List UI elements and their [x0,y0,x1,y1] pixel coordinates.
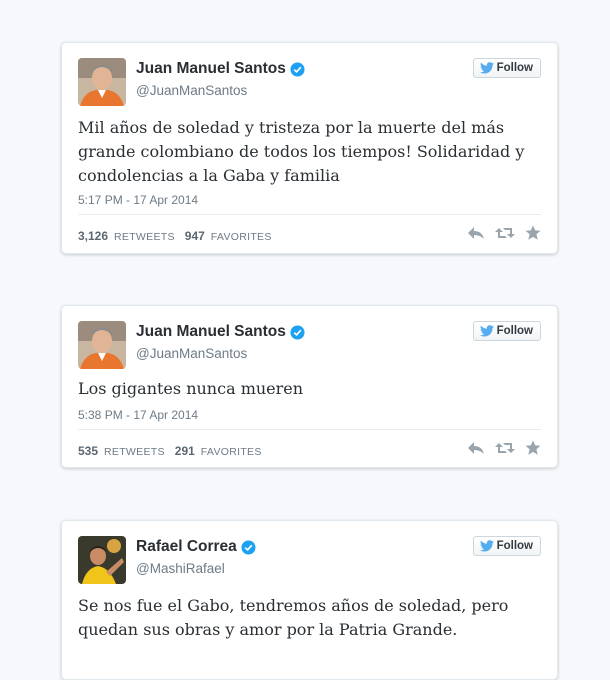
twitter-bird-icon [479,325,494,337]
twitter-bird-icon [479,540,494,552]
retweet-count[interactable]: 3,126 [78,229,108,243]
tweet-text: Mil años de soledad y tristeza por la mu… [78,118,525,185]
tweet-timestamp[interactable]: 5:17 PM - 17 Apr 2014 [78,193,198,207]
tweet-card: Juan Manuel Santos @JuanManSantos Follow… [61,305,558,468]
retweet-icon[interactable] [495,225,515,241]
author-name[interactable]: Rafael Correa [136,538,237,556]
author-name[interactable]: Juan Manuel Santos [136,60,286,78]
divider [78,214,541,215]
retweet-label: RETWEETS [114,231,175,243]
tweet-stats: 3,126 RETWEETS 947 FAVORITES [78,229,276,243]
twitter-bird-icon [479,62,494,74]
tweet-actions [467,440,541,456]
verified-badge-icon [290,61,305,77]
author-handle[interactable]: @JuanManSantos [136,83,247,98]
author-handle[interactable]: @MashiRafael [136,561,225,576]
retweet-icon[interactable] [495,440,515,456]
retweet-count[interactable]: 535 [78,444,98,458]
reply-icon[interactable] [467,440,485,456]
avatar[interactable] [78,321,126,369]
tweet-actions [467,225,541,241]
verified-badge-icon [290,324,305,340]
favorite-count[interactable]: 947 [185,229,205,243]
favorite-count[interactable]: 291 [175,444,195,458]
avatar[interactable] [78,536,126,584]
verified-badge-icon [241,539,256,555]
follow-label: Follow [496,62,533,74]
author-handle[interactable]: @JuanManSantos [136,346,247,361]
favorite-label: FAVORITES [210,231,272,243]
star-icon[interactable] [525,225,541,241]
follow-label: Follow [496,325,533,337]
tweet-text: Se nos fue el Gabo, tendremos años de so… [78,596,509,639]
tweet-card: Rafael Correa @MashiRafael Follow Se nos… [61,520,558,680]
tweet-stats: 535 RETWEETS 291 FAVORITES [78,444,266,458]
tweet-card: Juan Manuel Santos @JuanManSantos Follow… [61,42,558,254]
follow-button[interactable]: Follow [472,536,541,556]
avatar[interactable] [78,58,126,106]
tweet-timestamp[interactable]: 5:38 PM - 17 Apr 2014 [78,408,198,422]
star-icon[interactable] [525,440,541,456]
favorite-label: FAVORITES [200,446,262,458]
tweet-text: Los gigantes nunca mueren [78,379,304,398]
author-name[interactable]: Juan Manuel Santos [136,323,286,341]
follow-button[interactable]: Follow [472,58,541,78]
follow-label: Follow [496,540,533,552]
follow-button[interactable]: Follow [472,321,541,341]
retweet-label: RETWEETS [104,446,165,458]
divider [78,429,541,430]
reply-icon[interactable] [467,225,485,241]
